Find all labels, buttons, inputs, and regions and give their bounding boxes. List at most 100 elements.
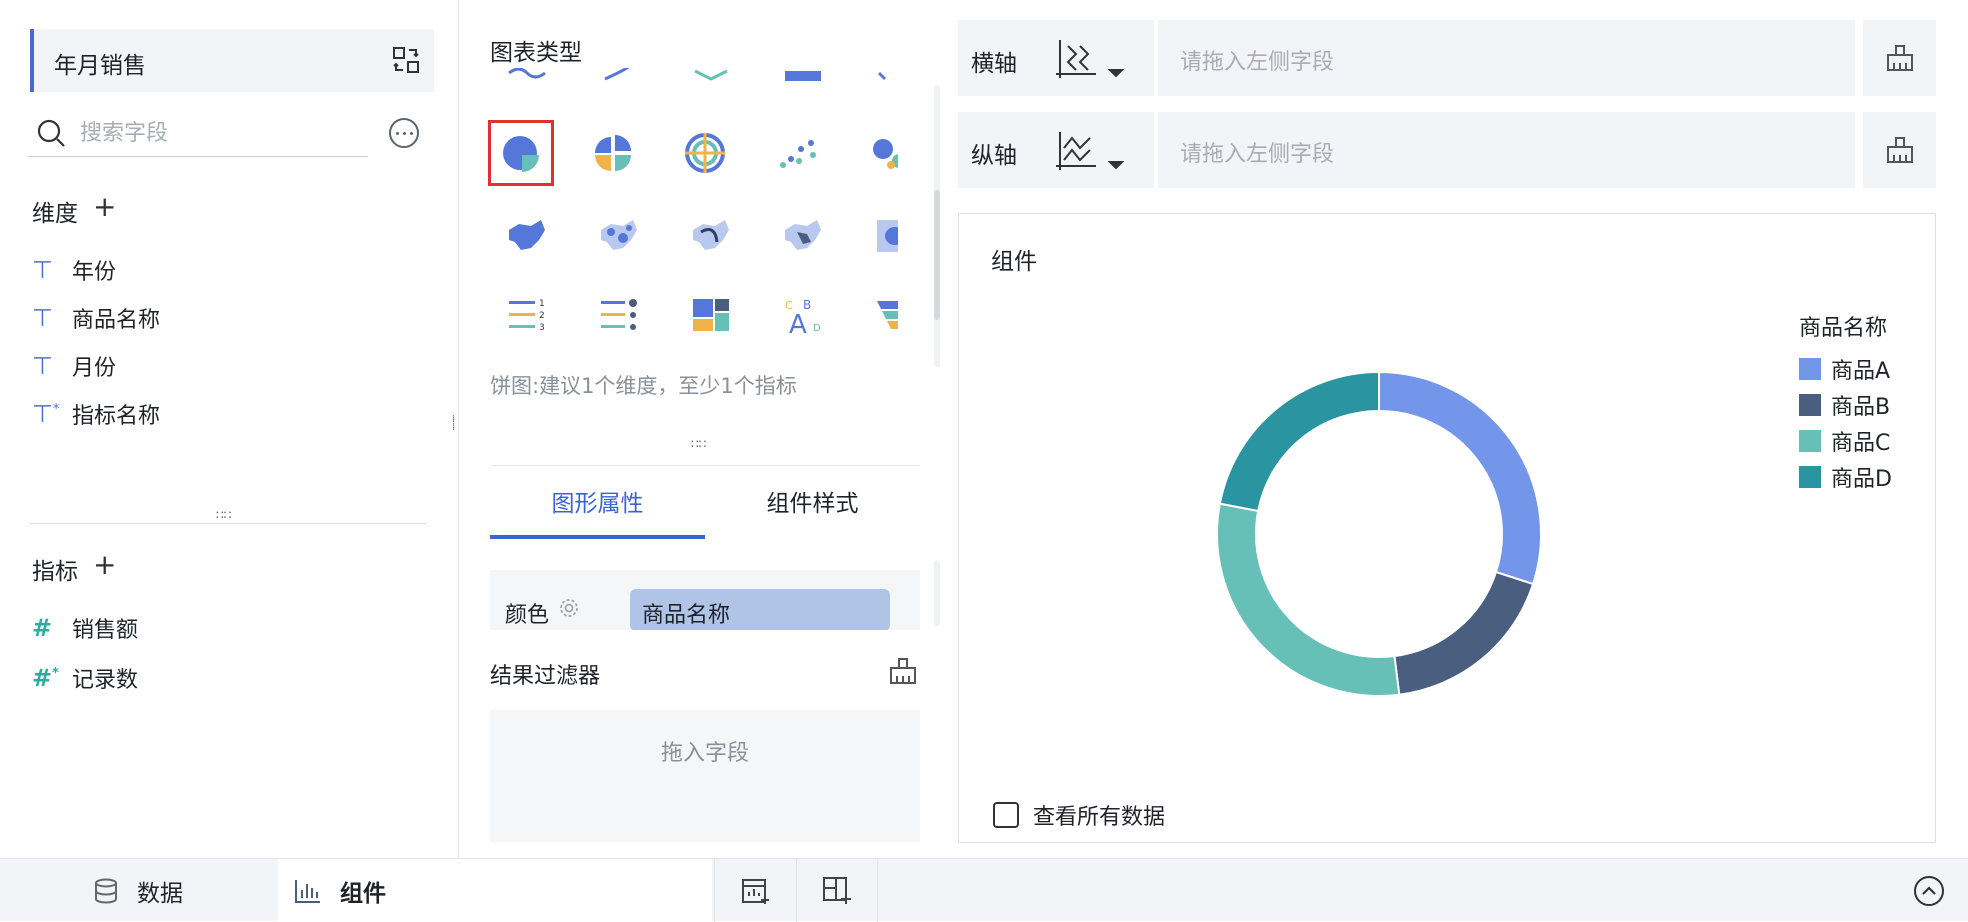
filter-drop-zone[interactable]: 拖入字段 — [490, 710, 920, 842]
field-label: 销售额 — [72, 618, 139, 643]
database-icon — [93, 878, 119, 904]
more-options-icon[interactable] — [389, 118, 419, 148]
multi-pie-chart-type-icon[interactable] — [580, 120, 646, 186]
funnel-chart-type-icon[interactable] — [862, 282, 898, 348]
line-chart-type-icon[interactable] — [494, 68, 560, 94]
rose-chart-type-icon[interactable] — [672, 120, 738, 186]
region-map-type-icon[interactable] — [494, 203, 560, 269]
field-panel: 年月销售 维度 + ⊤ 年份 ⊤ 商品名称 ⊤ 月份 ⊤* 指标名称 — [0, 0, 459, 858]
add-measure-button[interactable]: + — [93, 551, 116, 579]
svg-text:1: 1 — [539, 299, 545, 309]
legend-swatch — [1799, 466, 1821, 488]
legend-item[interactable]: 商品C — [1799, 423, 1892, 459]
add-dashboard-button[interactable] — [796, 859, 878, 922]
tab-component-style[interactable]: 组件样式 — [705, 484, 920, 518]
y-axis-type-icon[interactable] — [1054, 130, 1124, 174]
add-dashboard-icon — [823, 876, 851, 904]
donut-chart[interactable] — [1209, 364, 1549, 704]
property-tabs: 图形属性 组件样式 — [490, 465, 920, 541]
field-label: 记录数 — [72, 668, 139, 693]
measure-field-sales[interactable]: # 销售额 — [32, 611, 138, 645]
legend-label: 商品A — [1831, 359, 1891, 384]
switch-dataset-icon[interactable] — [392, 46, 420, 74]
panel-resize-handle[interactable]: ∷∷ — [216, 508, 231, 522]
svg-text:A: A — [789, 310, 807, 337]
treemap-type-icon[interactable] — [678, 282, 744, 348]
legend-item[interactable]: 商品D — [1799, 459, 1892, 495]
bubble-chart-type-icon[interactable] — [856, 120, 898, 186]
bar-chart-icon — [294, 878, 322, 904]
legend-swatch — [1799, 394, 1821, 416]
y-axis-clear-button[interactable] — [1863, 112, 1936, 188]
text-field-icon: ⊤ — [32, 256, 53, 284]
chart-type-hint: 饼图:建议1个维度，至少1个指标 — [490, 374, 797, 398]
color-settings-icon[interactable] — [558, 597, 580, 619]
list-table-type-icon[interactable] — [586, 282, 652, 348]
x-axis-row: 横轴 请拖入左侧字段 — [958, 20, 1936, 96]
ranking-table-type-icon[interactable]: 1 2 3 — [494, 282, 560, 348]
dimension-field-month[interactable]: ⊤ 月份 — [32, 349, 116, 383]
bar-area-chart-type-icon[interactable] — [770, 68, 836, 94]
chart-type-title: 图表类型 — [490, 40, 582, 66]
x-axis-drop-field[interactable]: 请拖入左侧字段 — [1154, 20, 1859, 96]
section-resize-handle[interactable]: ∷∷ — [691, 437, 706, 451]
gallery-scrollbar-thumb[interactable] — [934, 190, 940, 320]
radar-chart-type-icon[interactable] — [862, 68, 898, 94]
scatter-chart-type-icon[interactable] — [764, 120, 830, 186]
text-field-icon: ⊤ — [32, 352, 53, 380]
add-dimension-button[interactable]: + — [93, 193, 116, 221]
word-cloud-type-icon[interactable]: C B A D — [770, 282, 836, 348]
svg-text:D: D — [813, 323, 821, 334]
view-all-data-checkbox[interactable] — [993, 802, 1019, 828]
dataset-title: 年月销售 — [54, 53, 146, 79]
y-axis-placeholder: 请拖入左侧字段 — [1180, 142, 1335, 167]
chart-type-gallery: 1 2 3 C B A D — [488, 68, 898, 370]
tab-data[interactable]: 数据 — [0, 859, 276, 922]
x-axis-clear-button[interactable] — [1863, 20, 1936, 96]
dimension-field-metric-name[interactable]: ⊤* 指标名称 — [32, 397, 160, 431]
clear-icon — [1886, 45, 1913, 71]
legend-item[interactable]: 商品A — [1799, 351, 1892, 387]
flow-map-type-icon[interactable] — [678, 203, 744, 269]
donut-slice[interactable] — [1378, 370, 1542, 586]
properties-scrollbar[interactable] — [934, 560, 940, 626]
heat-map-type-icon[interactable] — [770, 203, 836, 269]
dimension-field-product-name[interactable]: ⊤ 商品名称 — [32, 301, 160, 335]
donut-slice[interactable] — [1216, 502, 1401, 697]
x-axis-type-icon[interactable] — [1054, 38, 1124, 82]
clear-filter-icon[interactable] — [888, 656, 918, 686]
pie-chart-type-icon[interactable] — [488, 120, 554, 186]
area-map-type-icon[interactable] — [862, 203, 898, 269]
y-axis-row: 纵轴 请拖入左侧字段 — [958, 112, 1936, 188]
color-field-chip[interactable]: 商品名称 — [630, 589, 890, 630]
text-calc-field-icon: ⊤* — [32, 400, 60, 428]
x-axis-placeholder: 请拖入左侧字段 — [1180, 50, 1335, 75]
tab-graphic-properties[interactable]: 图形属性 — [490, 484, 705, 518]
vertical-resize-handle[interactable]: ⁞ ⁞ — [452, 415, 460, 433]
svg-text:2: 2 — [539, 311, 545, 321]
section-divider — [30, 523, 426, 524]
donut-slice[interactable] — [1393, 570, 1535, 696]
add-component-button[interactable] — [714, 859, 796, 922]
y-axis-label-box: 纵轴 — [958, 112, 1154, 188]
dataset-selector[interactable]: 年月销售 — [30, 29, 434, 92]
legend-swatch — [1799, 430, 1821, 452]
color-label: 颜色 — [505, 603, 550, 628]
area-chart-type-icon[interactable] — [678, 68, 744, 94]
donut-slice[interactable] — [1218, 370, 1380, 513]
tab-component[interactable]: 组件 — [278, 859, 712, 922]
point-map-type-icon[interactable] — [586, 203, 652, 269]
search-field-row — [28, 112, 368, 157]
number-calc-field-icon: #* — [32, 664, 59, 692]
measure-field-record-count[interactable]: #* 记录数 — [32, 661, 138, 695]
drop-placeholder: 拖入字段 — [660, 741, 749, 766]
legend-item[interactable]: 商品B — [1799, 387, 1892, 423]
dimension-field-year[interactable]: ⊤ 年份 — [32, 253, 116, 287]
collapse-bar-button[interactable] — [1914, 876, 1944, 906]
bottom-tab-bar: 数据 组件 — [0, 858, 1968, 922]
y-axis-drop-field[interactable]: 请拖入左侧字段 — [1154, 112, 1859, 188]
view-all-data-row[interactable]: 查看所有数据 — [993, 799, 1165, 831]
curve-chart-type-icon[interactable] — [586, 68, 652, 94]
search-input[interactable] — [80, 118, 360, 148]
field-label: 指标名称 — [72, 404, 161, 429]
